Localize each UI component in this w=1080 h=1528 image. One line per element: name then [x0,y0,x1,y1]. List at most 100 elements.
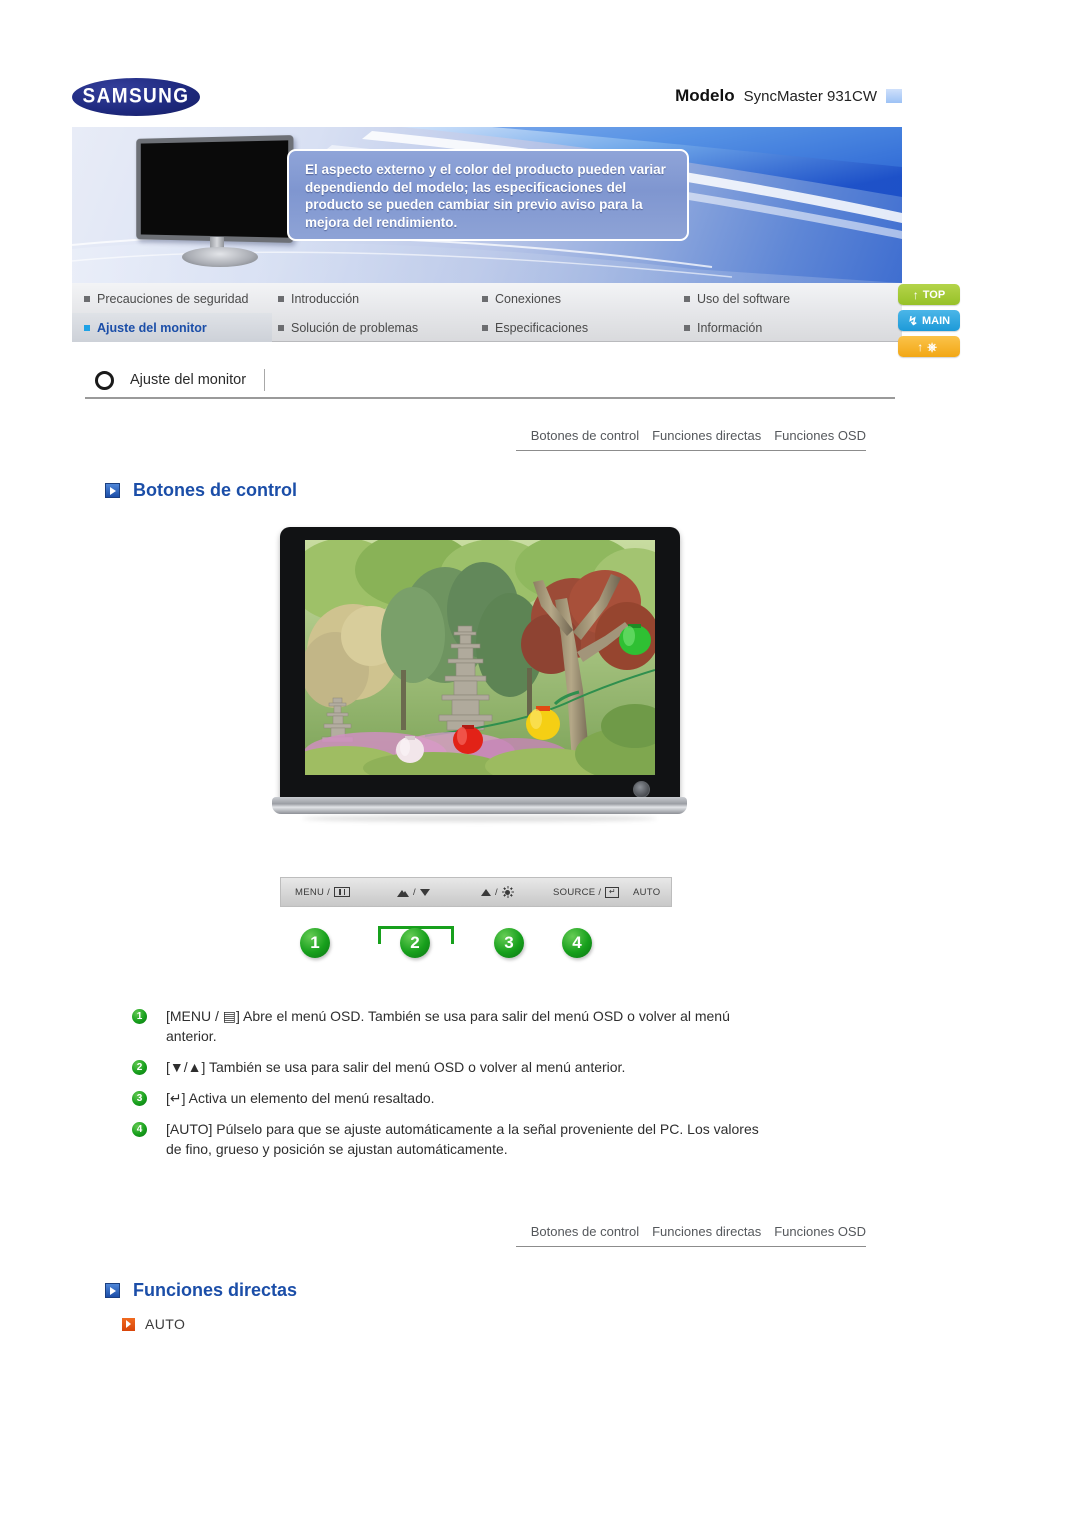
bullet-icon [84,324,90,331]
description-badge: 4 [132,1122,147,1137]
description-item: 2 [▼/▲] También se usa para salir del me… [132,1057,872,1077]
heading-botones-de-control: Botones de control [105,480,297,501]
nav-row-1: Precauciones de seguridad Introducción C… [72,284,902,313]
description-text: [▼/▲] También se usa para salir del menú… [166,1059,626,1075]
control-button-brightness-up[interactable]: / [481,878,514,906]
bullet-icon [684,324,690,331]
main-button[interactable]: ↯ MAIN [898,310,960,331]
nav-item-label: Ajuste del monitor [97,320,207,335]
control-button-menu[interactable]: MENU / [295,878,351,906]
up-arrow-icon: ↑ [912,287,919,302]
bullet-icon [278,324,284,331]
subnav-link-funciones-osd[interactable]: Funciones OSD [774,428,866,443]
control-button-label: / [413,886,416,898]
subnav-link-funciones-directas[interactable]: Funciones directas [652,428,761,443]
nav-item-introduccion[interactable]: Introducción [278,284,359,313]
nav-item-label: Solución de problemas [291,320,419,335]
nav-item-especificaciones[interactable]: Especificaciones [482,313,588,342]
subnav-bottom: Botones de control Funciones directas Fu… [516,1216,866,1247]
description-item: 3 [↵] Activa un elemento del menú resalt… [132,1088,872,1108]
bullet-icon [84,295,90,302]
control-button-label: AUTO [633,886,661,898]
callout-badge-2: 2 [400,928,430,958]
control-button-bar: MENU / / / SOURCE / ↵ AUTO [280,877,672,907]
callout-badge-3: 3 [494,928,524,958]
bullet-icon [482,295,488,302]
subnav-link-botones-de-control[interactable]: Botones de control [531,428,639,443]
model-value: SyncMaster 931CW [743,87,877,105]
top-button[interactable]: ↑ TOP [898,284,960,305]
nav-item-conexiones[interactable]: Conexiones [482,284,561,313]
nav-item-uso-del-software[interactable]: Uso del software [684,284,790,313]
page-root: SAMSUNG Modelo SyncMaster 931CW El aspec… [0,0,1080,1528]
monitor-body [280,527,680,802]
subnav-top: Botones de control Funciones directas Fu… [516,420,866,451]
book-icon: ⎈ [927,339,937,354]
callout-badge-1: 1 [300,928,330,958]
model-block: Modelo SyncMaster 931CW [675,86,902,106]
description-text: [MENU / ▤] Abre el menú OSD. También se … [166,1008,730,1044]
subnav-link-funciones-osd[interactable]: Funciones OSD [774,1224,866,1239]
description-item: 1 [MENU / ▤] Abre el menú OSD. También s… [132,1006,872,1046]
subnav-link-botones-de-control[interactable]: Botones de control [531,1224,639,1239]
play-arrow-icon [105,483,120,498]
callout-badge-row: 1 2 3 4 [280,914,672,969]
direct-function-label: AUTO [145,1316,186,1332]
nav-item-label: Precauciones de seguridad [97,291,249,306]
power-button-icon [633,781,650,798]
description-badge: 3 [132,1091,147,1106]
samsung-logo-text: SAMSUNG [82,84,190,109]
hero-monitor-base [182,247,258,267]
model-color-chip [886,89,902,103]
nav-item-ajuste-del-monitor[interactable]: Ajuste del monitor [84,313,207,342]
up-arrow-icon [481,888,491,896]
description-list: 1 [MENU / ▤] Abre el menú OSD. También s… [132,1006,872,1170]
contrast-icon [397,888,409,897]
control-button-label: MENU / [295,886,331,898]
nav-item-label: Conexiones [495,291,562,306]
nav-item-informacion[interactable]: Información [684,313,762,342]
play-arrow-icon [105,1283,120,1298]
main-button-label: MAIN [921,314,951,327]
garden-scene-image [305,540,655,775]
brightness-sun-icon [502,886,514,898]
heading-label: Botones de control [133,480,298,500]
product-photo [272,527,687,830]
nav-item-label: Información [697,320,763,335]
control-button-source[interactable]: SOURCE / ↵ [553,878,620,906]
enter-icon: ↵ [605,886,620,898]
nav-item-label: Introducción [291,291,360,306]
bullet-icon [482,324,488,331]
hero-monitor-screen [136,135,294,243]
nav-item-label: Uso del software [697,291,791,306]
nav-item-precauciones[interactable]: Precauciones de seguridad [84,284,249,313]
nav-row-2: Ajuste del monitor Solución de problemas… [72,313,902,342]
page-title: Ajuste del monitor [130,369,266,391]
hero-note-text: El aspecto externo y el color del produc… [305,162,666,230]
control-button-contrast-down[interactable]: / [397,878,430,906]
model-label: Modelo [675,86,735,105]
menu-grid-icon [334,887,351,897]
control-button-label: SOURCE / [553,886,602,898]
ring-icon [95,370,114,390]
monitor-screen [305,540,655,775]
heading-funciones-directas: Funciones directas [105,1280,297,1301]
header-row: SAMSUNG Modelo SyncMaster 931CW [72,78,902,124]
nav-item-label: Especificaciones [495,320,589,335]
index-button[interactable]: ↑ ⎈ [898,336,960,357]
callout-badge-4: 4 [562,928,592,958]
hero-banner: El aspecto externo y el color del produc… [72,127,902,283]
description-badge: 2 [132,1060,147,1075]
home-arrow-icon: ↯ [907,313,918,328]
nav-item-solucion-de-problemas[interactable]: Solución de problemas [278,313,418,342]
subnav-link-funciones-directas[interactable]: Funciones directas [652,1224,761,1239]
bullet-icon [278,295,284,302]
control-button-auto[interactable]: AUTO [633,878,660,906]
direct-function-auto[interactable]: AUTO [122,1316,185,1332]
heading-label: Funciones directas [133,1280,298,1300]
monitor-shadow [302,815,657,822]
side-button-group: ↑ TOP ↯ MAIN ↑ ⎈ [898,284,968,362]
top-button-label: TOP [922,288,946,301]
hero-note-box: El aspecto externo y el color del produc… [287,149,689,241]
description-text: [↵] Activa un elemento del menú resaltad… [166,1090,435,1106]
